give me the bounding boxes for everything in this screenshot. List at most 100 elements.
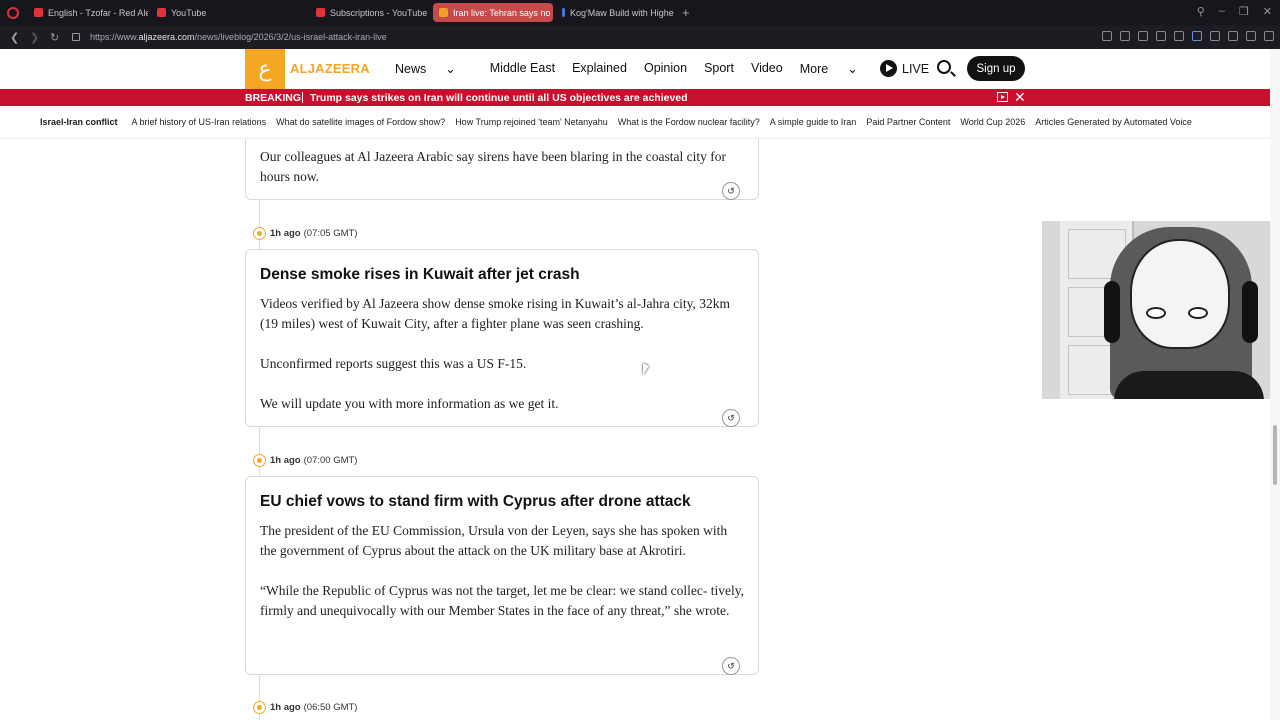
- aljazeera-logo-icon[interactable]: ع: [245, 49, 285, 89]
- gear-icon[interactable]: [1174, 31, 1184, 41]
- post-title[interactable]: Dense smoke rises in Kuwait after jet cr…: [260, 266, 744, 284]
- heart-icon[interactable]: [1156, 31, 1166, 41]
- play-icon[interactable]: [1138, 31, 1148, 41]
- post-paragraph: The president of the EU Commission, Ursu…: [260, 523, 728, 558]
- post-paragraph: We will update you with more information…: [260, 396, 559, 411]
- topic-link[interactable]: What do satellite images of Fordow show?: [276, 117, 445, 127]
- reload-icon[interactable]: ↻: [50, 31, 60, 44]
- scrollbar-thumb[interactable]: [1273, 425, 1277, 485]
- live-button[interactable]: LIVE: [880, 60, 929, 77]
- forward-icon[interactable]: ❯: [30, 31, 40, 44]
- timeline-dot-icon: [253, 227, 266, 240]
- nav-video[interactable]: Video: [751, 61, 783, 76]
- post-timestamp: 1h ago (07:00 GMT): [253, 454, 357, 467]
- nav-more[interactable]: More ⌄: [800, 61, 875, 76]
- share-icon[interactable]: ↺: [722, 182, 740, 200]
- topic-link[interactable]: Articles Generated by Automated Voice: [1035, 117, 1192, 127]
- time-gmt: (07:05 GMT): [303, 228, 358, 239]
- post-paragraph: “While the Republic of Cyprus was not th…: [260, 583, 744, 618]
- nav-label: News: [395, 62, 427, 76]
- breaking-news-bar[interactable]: BREAKING Trump says strikes on Iran will…: [0, 89, 1270, 106]
- opera-browser-icon[interactable]: [7, 6, 19, 19]
- avatar-eye: [1188, 307, 1208, 319]
- url-field[interactable]: https://www.aljazeera.com/news/liveblog/…: [90, 32, 387, 42]
- time-ago: 1h ago: [270, 455, 301, 466]
- breaking-label: BREAKING: [245, 91, 302, 104]
- logo-text[interactable]: ALJAZEERA: [290, 61, 370, 76]
- tab-label: YouTube: [171, 7, 207, 18]
- topic-primary[interactable]: Israel-Iran conflict: [40, 117, 118, 127]
- timeline-dot-icon: [253, 701, 266, 714]
- mobafire-favicon-icon: [562, 8, 565, 17]
- browser-tab[interactable]: YouTube: [151, 3, 271, 22]
- liveblog-post: Our colleagues at Al Jazeera Arabic say …: [245, 139, 759, 200]
- address-bar: ❮ ❯ ↻ https://www.aljazeera.com/news/liv…: [0, 25, 1280, 49]
- aljazeera-favicon-icon: [439, 8, 448, 17]
- expand-icon[interactable]: [997, 92, 1008, 102]
- share-icon[interactable]: ↺: [722, 409, 740, 427]
- nav-opinion[interactable]: Opinion: [644, 61, 687, 76]
- browser-tab-active[interactable]: Iran live: Tehran says no t: [433, 3, 553, 22]
- main-nav: News ⌄ Middle East Explained Opinion Spor…: [395, 61, 892, 76]
- nav-label: More: [799, 62, 829, 76]
- page-scrollbar[interactable]: [1270, 49, 1280, 720]
- menu-icon[interactable]: [1264, 31, 1274, 41]
- headphone-left-icon: [1104, 281, 1120, 343]
- search-icon[interactable]: [937, 60, 951, 74]
- timeline-dot-icon: [253, 454, 266, 467]
- search-tabs-icon[interactable]: ⚲: [1197, 5, 1205, 18]
- youtube-favicon-icon: [316, 8, 325, 17]
- lock-icon: [72, 33, 80, 41]
- url-path: /news/liveblog/2026/3/2/us-israel-attack…: [194, 32, 387, 42]
- tab-label: Subscriptions - YouTube: [330, 7, 428, 18]
- browser-tab[interactable]: Kog'Maw Build with Highe: [556, 3, 676, 22]
- wallet-icon[interactable]: [1228, 31, 1238, 41]
- browser-tab[interactable]: English - Tzofar - Red Aler: [28, 3, 148, 22]
- chevron-down-icon: ⌄: [445, 62, 456, 76]
- url-prefix: https://www.: [90, 32, 139, 42]
- browser-tab[interactable]: Subscriptions - YouTube: [310, 3, 430, 22]
- topic-link[interactable]: World Cup 2026: [960, 117, 1025, 127]
- signup-button[interactable]: Sign up: [967, 56, 1025, 81]
- topic-link[interactable]: A brief history of US-Iran relations: [132, 117, 267, 127]
- maximize-icon[interactable]: ❐: [1239, 5, 1249, 18]
- tab-label: Kog'Maw Build with Highe: [570, 7, 674, 18]
- topic-link[interactable]: What is the Fordow nuclear facility?: [618, 117, 760, 127]
- site-header: ع ALJAZEERA News ⌄ Middle East Explained …: [0, 49, 1270, 89]
- download-icon[interactable]: [1246, 31, 1256, 41]
- new-tab-button[interactable]: +: [682, 5, 690, 20]
- liveblog-post: EU chief vows to stand firm with Cyprus …: [245, 476, 759, 675]
- topic-link[interactable]: How Trump rejoined 'team' Netanyahu: [455, 117, 608, 127]
- nav-middle-east[interactable]: Middle East: [490, 61, 555, 76]
- shield-icon[interactable]: [1120, 31, 1130, 41]
- nav-explained[interactable]: Explained: [572, 61, 627, 76]
- topics-bar: Israel-Iran conflict A brief history of …: [0, 106, 1270, 139]
- divider: [302, 92, 303, 103]
- liveblog-post: Dense smoke rises in Kuwait after jet cr…: [245, 249, 759, 427]
- time-gmt: (07:00 GMT): [303, 455, 358, 466]
- toolbar-icons: [1102, 31, 1274, 41]
- share-icon[interactable]: ↺: [722, 657, 740, 675]
- red-alert-favicon-icon: [34, 8, 43, 17]
- webcam-avatar-overlay: [1042, 221, 1280, 399]
- music-icon[interactable]: [1192, 31, 1202, 41]
- browser-tab-bar: English - Tzofar - Red Aler YouTube Subs…: [0, 0, 1280, 25]
- time-gmt: (06:50 GMT): [303, 702, 358, 713]
- breaking-message[interactable]: Trump says strikes on Iran will continue…: [310, 92, 688, 104]
- snapshot-icon[interactable]: [1102, 31, 1112, 41]
- minimize-icon[interactable]: –: [1219, 5, 1225, 18]
- back-icon[interactable]: ❮: [10, 31, 20, 44]
- post-title[interactable]: EU chief vows to stand firm with Cyprus …: [260, 493, 744, 511]
- nav-news[interactable]: News ⌄: [395, 61, 473, 76]
- nav-sport[interactable]: Sport: [704, 61, 734, 76]
- time-ago: 1h ago: [270, 228, 301, 239]
- tab-label: Iran live: Tehran says no t: [453, 7, 553, 18]
- close-window-icon[interactable]: ✕: [1263, 5, 1272, 18]
- topic-link[interactable]: A simple guide to Iran: [770, 117, 857, 127]
- topic-link[interactable]: Paid Partner Content: [866, 117, 950, 127]
- close-icon[interactable]: ✕: [1014, 89, 1026, 105]
- post-paragraph: Videos verified by Al Jazeera show dense…: [260, 296, 730, 331]
- post-paragraph: Our colleagues at Al Jazeera Arabic say …: [260, 149, 726, 184]
- extensions-icon[interactable]: [1210, 31, 1220, 41]
- post-timestamp: 1h ago (06:50 GMT): [253, 701, 357, 714]
